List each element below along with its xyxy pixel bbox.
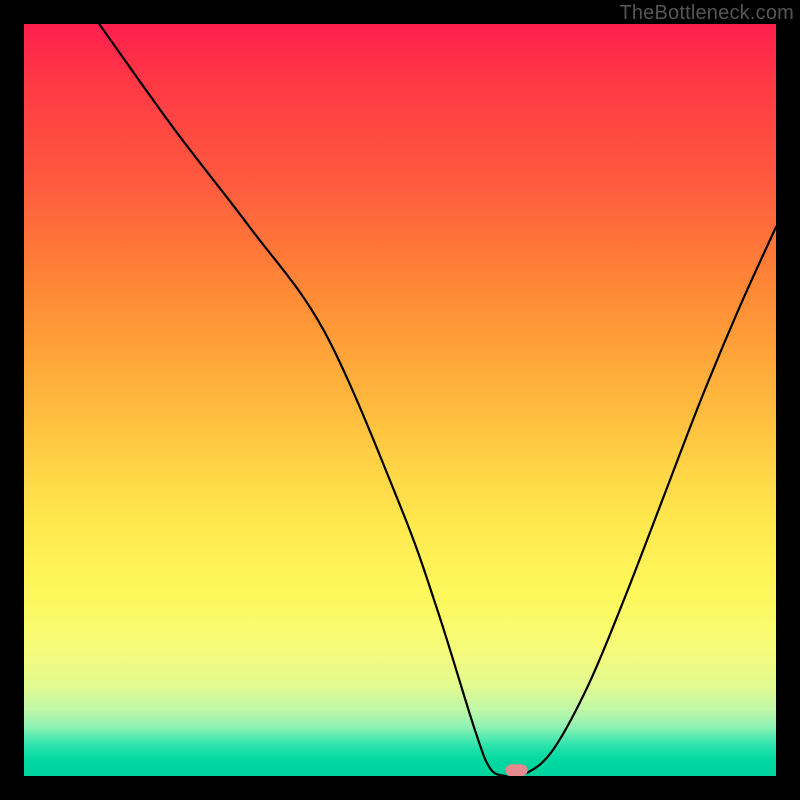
optimal-marker	[506, 764, 528, 776]
watermark-text: TheBottleneck.com	[619, 2, 794, 25]
plot-area	[24, 24, 776, 776]
chart-svg	[24, 24, 776, 776]
bottleneck-curve	[99, 24, 776, 776]
chart-container: TheBottleneck.com	[0, 0, 800, 800]
